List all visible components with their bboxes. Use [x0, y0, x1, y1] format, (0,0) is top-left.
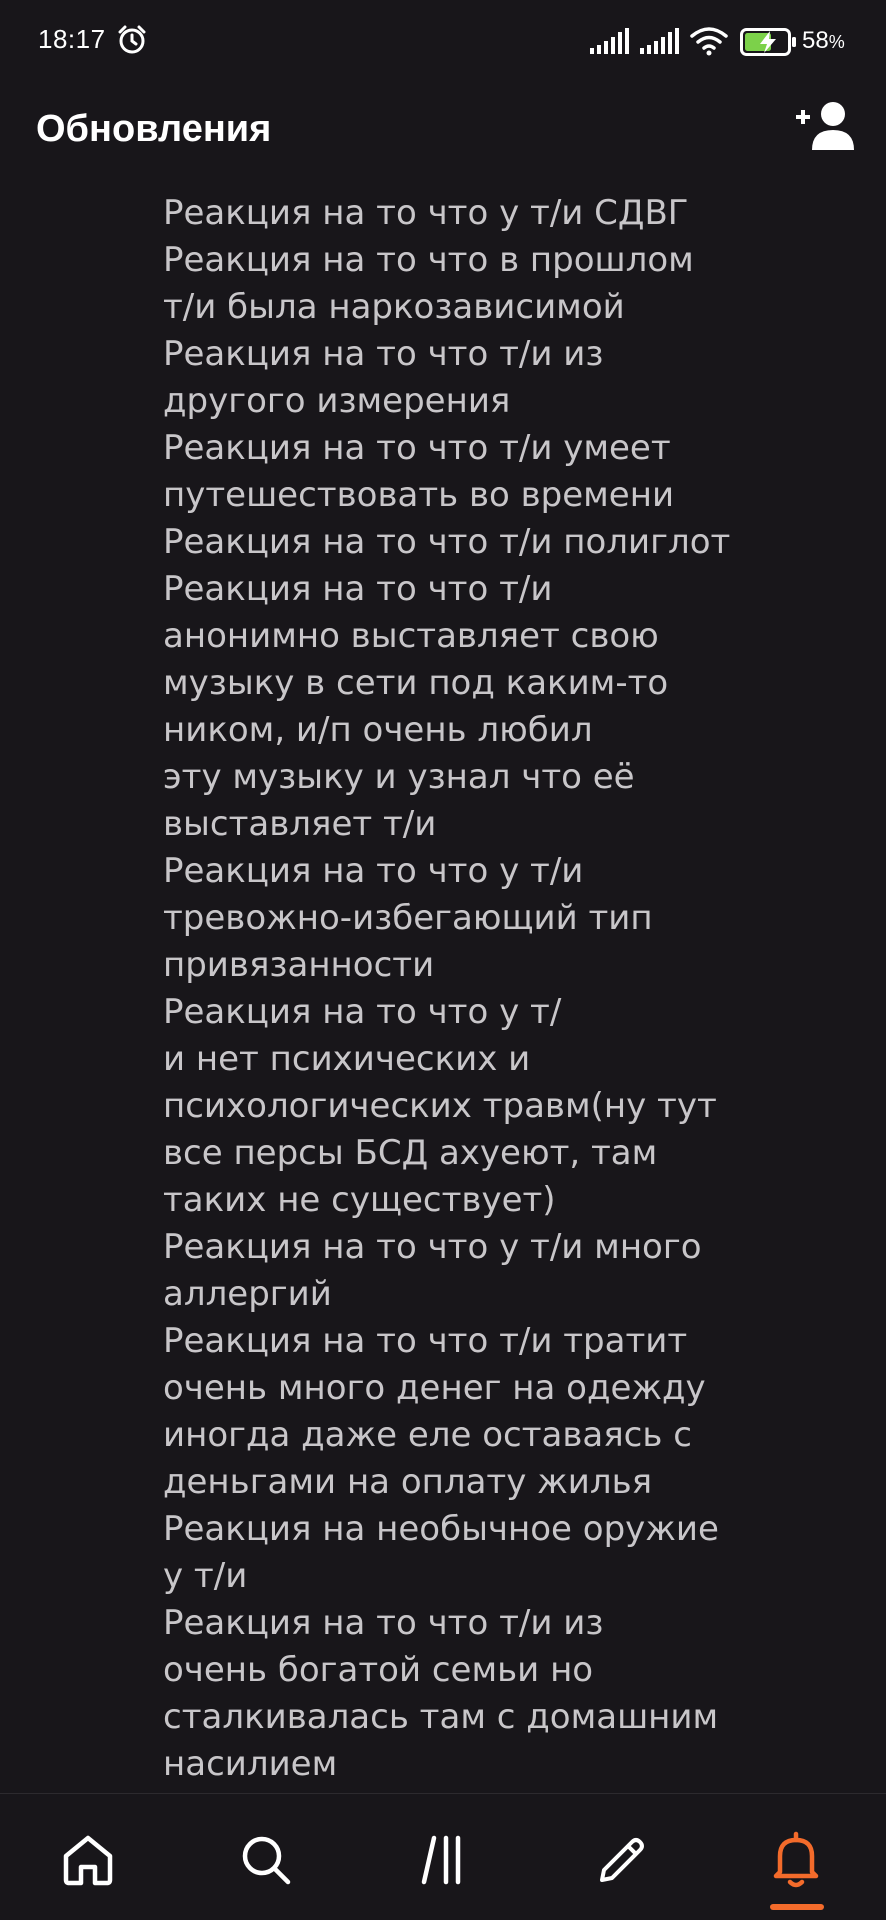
active-tab-indicator: [770, 1904, 824, 1910]
text-line: эту музыку и узнал что её: [163, 757, 635, 797]
text-line: выставляет т/и: [163, 804, 437, 844]
battery-charging-icon: [740, 28, 796, 56]
text-line: ником, и/п очень любил: [163, 710, 593, 750]
text-line: Реакция на то что т/и из: [163, 334, 604, 374]
alarm-icon: [118, 25, 146, 54]
text-line: сталкивалась там с домашним: [163, 1697, 719, 1737]
text-line: все персы БСД ахуеют, там: [163, 1133, 658, 1173]
nav-library[interactable]: [414, 1830, 474, 1890]
status-bar: 18:17 58%: [0, 0, 886, 82]
text-line: психологических травм(ну тут: [163, 1086, 717, 1126]
search-icon: [242, 1836, 291, 1885]
text-line: очень много денег на одежду: [163, 1368, 706, 1408]
text-line: Реакция на то что т/и из: [163, 1603, 604, 1643]
text-line: аллергий: [163, 1274, 332, 1314]
text-line: Реакция на то что т/и умеет: [163, 428, 671, 468]
text-line: Реакция на то что у т/и: [163, 851, 584, 891]
header: Обновления: [0, 90, 886, 174]
home-icon: [63, 1835, 113, 1886]
text-line: другого измерения: [163, 381, 511, 421]
cell-signal-icon: [590, 28, 629, 54]
nav-notifications[interactable]: [766, 1830, 826, 1890]
text-line: привязанности: [163, 945, 435, 985]
add-person-icon[interactable]: [794, 100, 858, 156]
text-line: у т/и: [163, 1556, 248, 1596]
text-line: Реакция на необычное оружие: [163, 1509, 719, 1549]
text-line: Реакция на то что в прошлом: [163, 240, 694, 280]
nav-write[interactable]: [592, 1830, 652, 1890]
wifi-icon: [690, 27, 728, 56]
text-line: иногда даже еле оставаясь с: [163, 1415, 692, 1455]
text-line: тревожно-избегающий тип: [163, 898, 653, 938]
text-line: музыку в сети под каким-то: [163, 663, 669, 703]
library-icon: [421, 1835, 461, 1885]
bottom-nav: [0, 1794, 886, 1920]
text-line: очень богатой семьи но: [163, 1650, 594, 1690]
text-line: и нет психических и: [163, 1039, 531, 1079]
text-line: путешествовать во времени: [163, 475, 675, 515]
text-line: Реакция на то что у т/: [163, 992, 562, 1032]
text-line: таких не существует): [163, 1180, 556, 1220]
text-line: Реакция на то что т/и тратит: [163, 1321, 688, 1361]
bell-icon: [773, 1831, 819, 1888]
text-line: Реакция на то что у т/и много: [163, 1227, 702, 1267]
nav-search[interactable]: [236, 1830, 296, 1890]
status-time: 18:17: [38, 24, 106, 54]
battery-percent: 58%: [802, 27, 845, 54]
text-line: Реакция на то что т/и полиглот: [163, 522, 731, 562]
page-title: Обновления: [36, 108, 272, 150]
text-line: Реакция на то что у т/и СДВГ: [163, 193, 689, 233]
text-line: деньгами на оплату жилья: [163, 1462, 653, 1502]
story-text: Реакция на то что у т/и СДВГ Реакция на т…: [163, 190, 863, 1788]
nav-home[interactable]: [58, 1830, 118, 1890]
text-line: анонимно выставляет свою: [163, 616, 659, 656]
text-line: т/и была наркозависимой: [163, 287, 625, 327]
text-line: Реакция на то что т/и: [163, 569, 553, 609]
cell-signal-icon-2: [640, 28, 679, 54]
text-line: насилием: [163, 1744, 338, 1784]
pencil-icon: [600, 1838, 644, 1882]
